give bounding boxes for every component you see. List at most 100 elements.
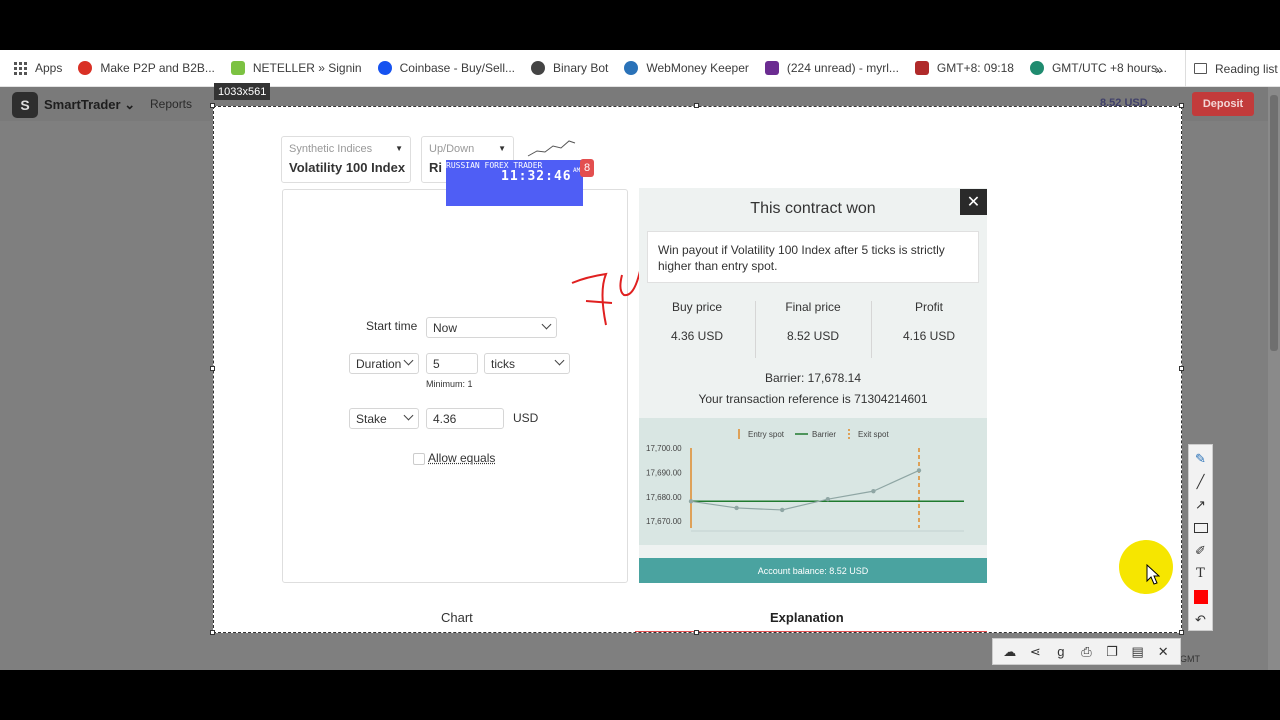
bookmarks-bar: Apps Make P2P and B2B... NETELLER » Sign… bbox=[0, 50, 1280, 87]
status-gmt: GMT bbox=[1180, 654, 1200, 664]
market-dropdown[interactable]: Synthetic Indices ▼ Volatility 100 Index bbox=[281, 136, 411, 183]
stake-amount-input[interactable]: 4.36 bbox=[426, 408, 504, 429]
tick-point bbox=[916, 468, 922, 473]
tick-point bbox=[871, 488, 876, 494]
page-scrollbar[interactable] bbox=[1268, 87, 1280, 670]
resize-handle[interactable] bbox=[1179, 366, 1184, 371]
text-icon[interactable]: T bbox=[1192, 565, 1209, 582]
duration-input[interactable]: 5 bbox=[426, 353, 478, 374]
reading-list-button[interactable]: Reading list bbox=[1185, 50, 1278, 87]
print-icon[interactable]: ⎙ bbox=[1077, 643, 1095, 661]
bookmark-item[interactable]: GMT/UTC +8 hours... bbox=[1022, 50, 1175, 86]
tick-point bbox=[825, 496, 830, 502]
duration-minimum-hint: Minimum: 1 bbox=[426, 379, 473, 389]
allow-equals-checkbox[interactable] bbox=[413, 453, 425, 465]
close-icon[interactable]: ✕ bbox=[1154, 643, 1172, 661]
search-google-icon[interactable]: g bbox=[1052, 643, 1070, 661]
deposit-button[interactable]: Deposit bbox=[1192, 92, 1254, 116]
bookmark-favicon-icon bbox=[377, 61, 392, 75]
capture-region[interactable]: Synthetic Indices ▼ Volatility 100 Index… bbox=[213, 106, 1182, 633]
bookmark-favicon-icon bbox=[230, 61, 245, 75]
legend-label: Entry spot bbox=[748, 430, 785, 439]
copy-icon[interactable]: ❐ bbox=[1103, 643, 1121, 661]
line-icon[interactable]: ╱ bbox=[1192, 473, 1209, 490]
bookmark-favicon-icon bbox=[1029, 61, 1044, 75]
bookmark-item[interactable]: NETELLER » Signin bbox=[223, 50, 370, 86]
resize-handle[interactable] bbox=[1179, 103, 1184, 108]
bookmark-item[interactable]: WebMoney Keeper bbox=[616, 50, 757, 86]
chevron-down-icon bbox=[554, 355, 565, 366]
bookmark-item[interactable]: GMT+8: 09:18 bbox=[907, 50, 1022, 86]
final-price-stat: Final price 8.52 USD bbox=[785, 300, 841, 343]
bookmark-apps-label: Apps bbox=[35, 61, 63, 75]
resize-handle[interactable] bbox=[210, 366, 215, 371]
apps-grid-icon bbox=[14, 61, 27, 75]
bookmark-item[interactable]: Binary Bot bbox=[523, 50, 616, 86]
reports-link[interactable]: Reports bbox=[150, 97, 192, 111]
profit-stat: Profit 4.16 USD bbox=[902, 300, 956, 343]
letterbox-bottom bbox=[0, 670, 1280, 720]
bookmark-item[interactable]: (224 unread) - myrl... bbox=[757, 50, 907, 86]
tick-chart-svg: Entry spot Barrier Exit spot 17,700.00 17,69… bbox=[646, 429, 964, 532]
y-tick-label: 17,670.00 bbox=[646, 517, 682, 526]
tab-chart[interactable]: Chart bbox=[441, 610, 473, 625]
bookmark-apps[interactable]: Apps bbox=[6, 50, 70, 86]
resize-handle[interactable] bbox=[210, 103, 215, 108]
share-icon[interactable]: ⋖ bbox=[1026, 643, 1044, 661]
resize-handle[interactable] bbox=[694, 630, 699, 635]
chevron-down-icon bbox=[403, 355, 414, 366]
app-name-menu[interactable]: SmartTrader ⌄ bbox=[44, 97, 135, 113]
tab-explanation[interactable]: Explanation bbox=[770, 610, 844, 625]
pencil-icon[interactable]: ✐ bbox=[1192, 542, 1209, 559]
resize-handle[interactable] bbox=[694, 103, 699, 108]
trade-type-sparkline-icon bbox=[527, 140, 576, 157]
close-icon: ✕ bbox=[966, 194, 981, 211]
series-line bbox=[690, 469, 920, 511]
cloud-upload-icon[interactable]: ☁ bbox=[1001, 643, 1019, 661]
bookmark-favicon-icon bbox=[531, 61, 545, 75]
start-time-label: Start time bbox=[366, 319, 418, 333]
resize-handle[interactable] bbox=[1179, 630, 1184, 635]
reading-list-icon bbox=[1194, 63, 1207, 74]
undo-icon[interactable]: ↶ bbox=[1192, 611, 1209, 628]
purchase-form: Start time Now Duration 5 ticks Minimum:… bbox=[282, 189, 628, 583]
active-tab-underline bbox=[635, 631, 987, 632]
transaction-reference: Your transaction reference is 7130421460… bbox=[698, 392, 928, 406]
tick-chart: Entry spot Barrier Exit spot 17,700.00 17,69… bbox=[639, 418, 987, 545]
save-icon[interactable]: ▤ bbox=[1129, 643, 1147, 661]
allow-equals-label[interactable]: Allow equals bbox=[428, 451, 495, 465]
bookmark-item[interactable]: Make P2P and B2B... bbox=[70, 50, 223, 86]
barrier-value: Barrier: 17,678.14 bbox=[764, 371, 862, 385]
mouse-pointer-icon bbox=[1146, 564, 1160, 585]
screen: Apps Make P2P and B2B... NETELLER » Sign… bbox=[0, 0, 1280, 720]
contract-description: Win payout if Volatility 100 Index after… bbox=[647, 231, 979, 283]
bookmark-item[interactable]: Coinbase - Buy/Sell... bbox=[370, 50, 523, 86]
arrow-icon[interactable]: ↗ bbox=[1192, 496, 1209, 513]
drawing-toolbar: ✎ ╱ ↗ ✐ T ↶ bbox=[1188, 444, 1213, 631]
close-result-button[interactable]: ✕ bbox=[960, 189, 987, 215]
capture-size-label: 1033x561 bbox=[214, 83, 271, 100]
rectangle-icon[interactable] bbox=[1192, 519, 1209, 536]
resize-handle[interactable] bbox=[210, 630, 215, 635]
color-swatch-icon[interactable] bbox=[1192, 588, 1209, 605]
y-tick-label: 17,700.00 bbox=[646, 444, 682, 453]
bookmark-favicon-icon bbox=[914, 61, 929, 75]
legend-label: Exit spot bbox=[858, 430, 889, 439]
forex-trader-clock-widget: RUSSIAN FOREX TRADER 11:32:46 AM bbox=[446, 160, 583, 206]
y-tick-label: 17,690.00 bbox=[646, 468, 682, 477]
bookmarks-more-button[interactable]: » bbox=[1155, 50, 1163, 87]
legend-label: Barrier bbox=[812, 430, 836, 439]
marker-icon[interactable]: ✎ bbox=[1192, 450, 1209, 467]
scrollbar-thumb[interactable] bbox=[1270, 95, 1278, 351]
stake-type-select[interactable]: Stake bbox=[349, 408, 419, 429]
duration-type-select[interactable]: Duration bbox=[349, 353, 419, 374]
tick-point bbox=[780, 507, 785, 513]
chevron-down-icon: ⌄ bbox=[124, 97, 136, 112]
bookmark-favicon-icon bbox=[624, 61, 639, 75]
chevron-down-icon bbox=[403, 410, 414, 421]
result-title: This contract won bbox=[750, 200, 876, 217]
bookmark-favicon-icon bbox=[78, 61, 93, 75]
contract-result-panel: This contract won ✕ Win payout if Volati… bbox=[639, 188, 987, 583]
start-time-select[interactable]: Now bbox=[426, 317, 557, 338]
duration-unit-select[interactable]: ticks bbox=[484, 353, 570, 374]
